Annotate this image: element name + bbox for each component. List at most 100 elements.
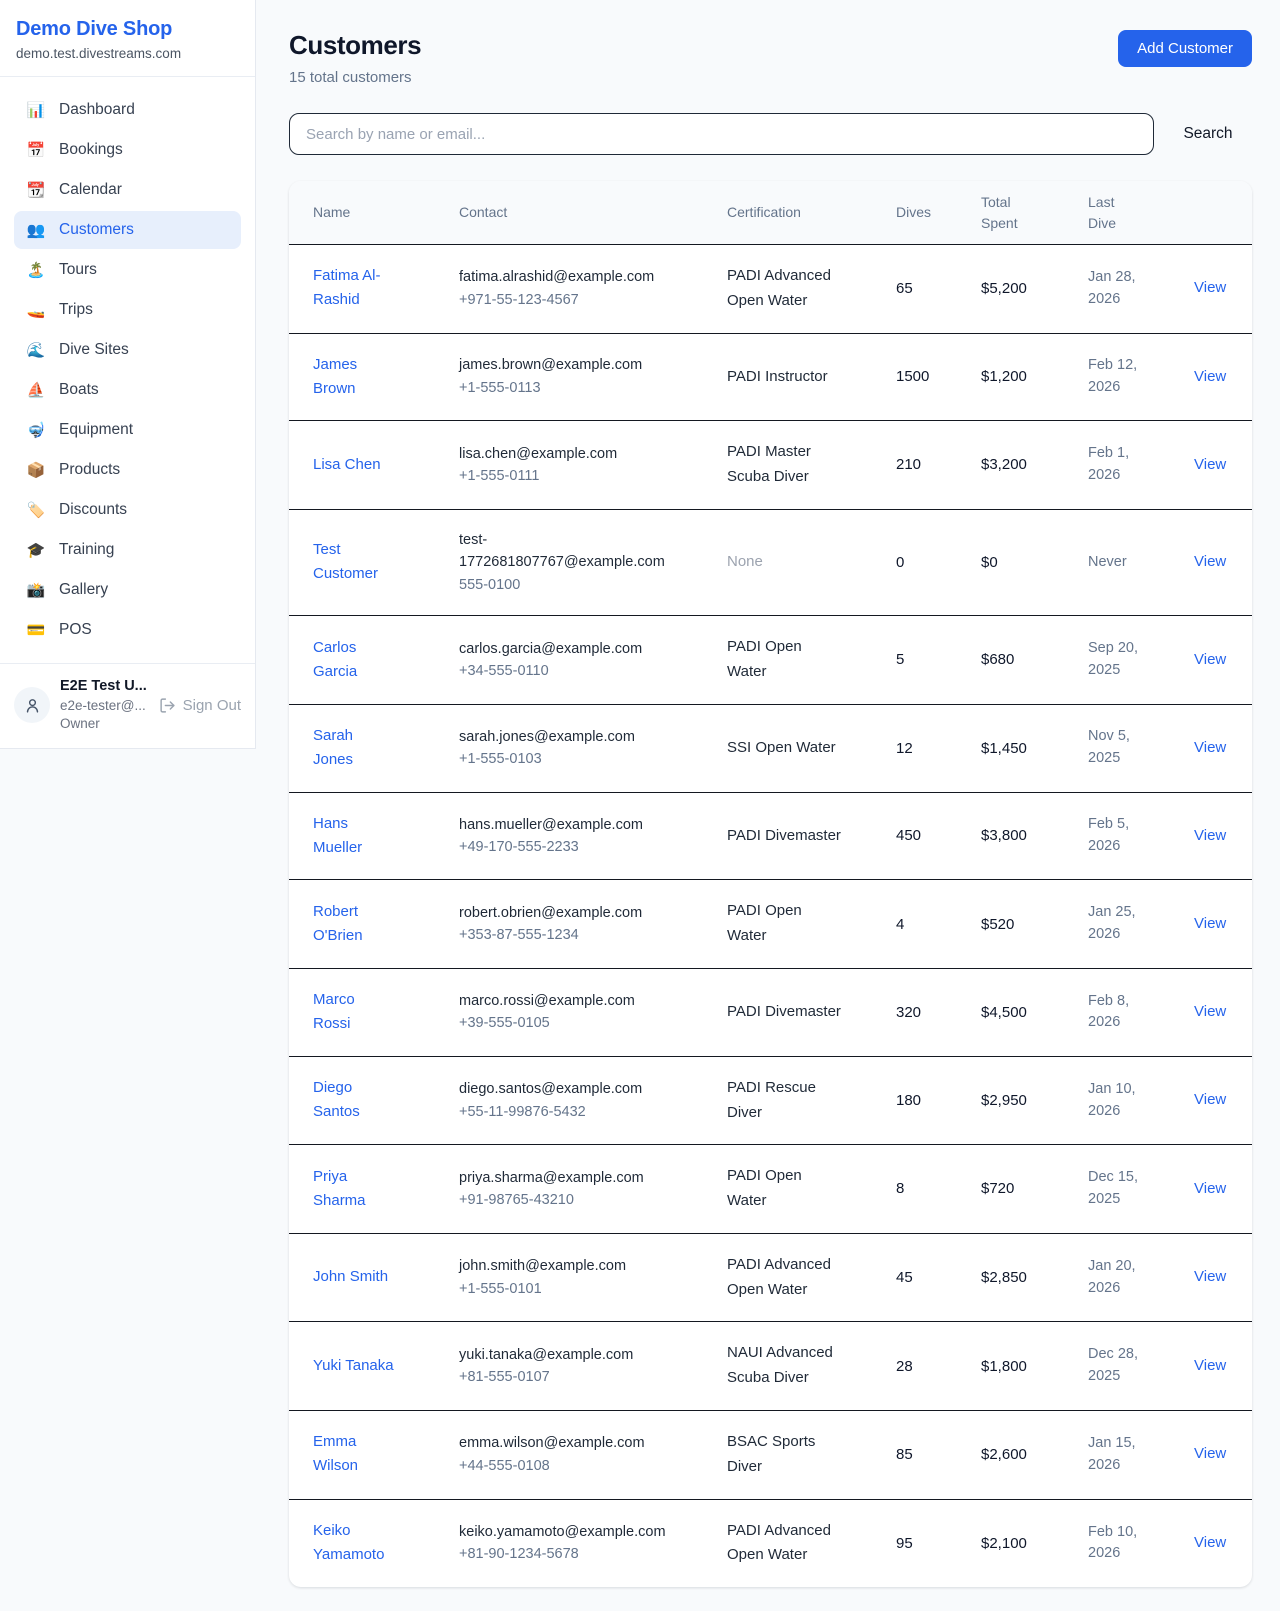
view-link[interactable]: View xyxy=(1194,279,1226,296)
table-row: Carlos Garcia carlos.garcia@example.com … xyxy=(289,616,1252,705)
sidebar-item-pos[interactable]: 💳 POS xyxy=(14,611,241,649)
sidebar-item-training[interactable]: 🎓 Training xyxy=(14,531,241,569)
sidebar-item-discounts[interactable]: 🏷️ Discounts xyxy=(14,491,241,529)
camera-flash-icon: 📸 xyxy=(26,583,46,598)
customer-name-link[interactable]: Yuki Tanaka xyxy=(313,1354,394,1378)
customer-name-link[interactable]: Test Customer xyxy=(313,538,396,586)
sidebar-item-dive-sites[interactable]: 🌊 Dive Sites xyxy=(14,331,241,369)
customer-certification: PADI Master Scuba Diver xyxy=(727,440,845,490)
view-link[interactable]: View xyxy=(1194,651,1226,668)
sidebar-item-dashboard[interactable]: 📊 Dashboard xyxy=(14,91,241,129)
customer-dives: 320 xyxy=(896,1001,981,1024)
customer-email: robert.obrien@example.com xyxy=(459,902,669,924)
sidebar-item-label: Dive Sites xyxy=(59,341,129,359)
customer-name-link[interactable]: Hans Mueller xyxy=(313,812,396,860)
column-header-contact: Contact xyxy=(459,202,727,222)
search-button[interactable]: Search xyxy=(1164,125,1252,143)
customer-name-link[interactable]: John Smith xyxy=(313,1265,388,1289)
customer-phone: +81-90-1234-5678 xyxy=(459,1543,727,1565)
user-email: e2e-tester@... xyxy=(60,697,147,715)
customer-name-link[interactable]: Diego Santos xyxy=(313,1076,396,1124)
table-row: Keiko Yamamoto keiko.yamamoto@example.co… xyxy=(289,1500,1252,1588)
customer-name-link[interactable]: Marco Rossi xyxy=(313,988,396,1036)
sidebar-item-label: Trips xyxy=(59,301,93,319)
sidebar-item-boats[interactable]: ⛵ Boats xyxy=(14,371,241,409)
sidebar-item-bookings[interactable]: 📅 Bookings xyxy=(14,131,241,169)
customer-name-link[interactable]: Carlos Garcia xyxy=(313,636,396,684)
people-icon: 👥 xyxy=(26,223,46,238)
customer-dives: 210 xyxy=(896,453,981,476)
customer-name-link[interactable]: Sarah Jones xyxy=(313,724,396,772)
customer-certification: PADI Divemaster xyxy=(727,824,841,849)
customer-email: hans.mueller@example.com xyxy=(459,814,669,836)
customer-name-link[interactable]: Robert O'Brien xyxy=(313,900,396,948)
sidebar-item-customers[interactable]: 👥 Customers xyxy=(14,211,241,249)
view-link[interactable]: View xyxy=(1194,1534,1226,1551)
sidebar-item-equipment[interactable]: 🤿 Equipment xyxy=(14,411,241,449)
customer-name-link[interactable]: Keiko Yamamoto xyxy=(313,1519,396,1567)
customer-dives: 0 xyxy=(896,551,981,574)
sidebar-item-label: Bookings xyxy=(59,141,123,159)
customer-last-dive: Jan 25, 2026 xyxy=(1088,902,1146,946)
sidebar-item-tours[interactable]: 🏝️ Tours xyxy=(14,251,241,289)
sidebar-item-gallery[interactable]: 📸 Gallery xyxy=(14,571,241,609)
sign-out-label: Sign Out xyxy=(183,697,241,714)
customer-name-link[interactable]: Emma Wilson xyxy=(313,1430,396,1478)
table-row: Test Customer test-1772681807767@example… xyxy=(289,510,1252,616)
view-link[interactable]: View xyxy=(1194,915,1226,932)
table-row: Hans Mueller hans.mueller@example.com +4… xyxy=(289,793,1252,881)
bar-chart-icon: 📊 xyxy=(26,103,46,118)
user-info: E2E Test U... e2e-tester@... Owner xyxy=(60,677,147,733)
customer-phone: +971-55-123-4567 xyxy=(459,289,727,311)
view-link[interactable]: View xyxy=(1194,1180,1226,1197)
customer-email: diego.santos@example.com xyxy=(459,1078,669,1100)
add-customer-button[interactable]: Add Customer xyxy=(1118,30,1252,67)
sidebar-item-products[interactable]: 📦 Products xyxy=(14,451,241,489)
view-link[interactable]: View xyxy=(1194,1268,1226,1285)
sidebar-item-label: Products xyxy=(59,461,120,479)
customer-name-link[interactable]: Fatima Al-Rashid xyxy=(313,264,396,312)
sailboat-icon: ⛵ xyxy=(26,383,46,398)
sidebar-item-trips[interactable]: 🚤 Trips xyxy=(14,291,241,329)
view-link[interactable]: View xyxy=(1194,1445,1226,1462)
sign-out-button[interactable]: Sign Out xyxy=(159,697,241,714)
label-tag-icon: 🏷️ xyxy=(26,503,46,518)
customer-last-dive: Dec 15, 2025 xyxy=(1088,1167,1146,1211)
customer-phone: 555-0100 xyxy=(459,574,727,596)
customer-total-spent: $520 xyxy=(981,913,1088,936)
view-link[interactable]: View xyxy=(1194,553,1226,570)
customer-name-link[interactable]: James Brown xyxy=(313,353,396,401)
view-link[interactable]: View xyxy=(1194,1091,1226,1108)
page-header: Customers 15 total customers Add Custome… xyxy=(289,30,1252,86)
column-header-name: Name xyxy=(313,202,459,222)
customer-certification: SSI Open Water xyxy=(727,736,836,761)
customer-certification: PADI Rescue Diver xyxy=(727,1076,845,1126)
view-link[interactable]: View xyxy=(1194,827,1226,844)
view-link[interactable]: View xyxy=(1194,368,1226,385)
view-link[interactable]: View xyxy=(1194,739,1226,756)
table-row: Lisa Chen lisa.chen@example.com +1-555-0… xyxy=(289,421,1252,510)
view-link[interactable]: View xyxy=(1194,456,1226,473)
customer-certification: None xyxy=(727,550,763,575)
package-icon: 📦 xyxy=(26,463,46,478)
customer-name-link[interactable]: Lisa Chen xyxy=(313,453,381,477)
main-content: Customers 15 total customers Add Custome… xyxy=(257,0,1280,1611)
tear-off-calendar-icon: 📆 xyxy=(26,183,46,198)
sidebar-item-calendar[interactable]: 📆 Calendar xyxy=(14,171,241,209)
table-row: Marco Rossi marco.rossi@example.com +39-… xyxy=(289,969,1252,1057)
customer-dives: 8 xyxy=(896,1177,981,1200)
view-link[interactable]: View xyxy=(1194,1357,1226,1374)
customer-total-spent: $5,200 xyxy=(981,277,1088,300)
customer-name-link[interactable]: Priya Sharma xyxy=(313,1165,396,1213)
sidebar-item-label: Discounts xyxy=(59,501,127,519)
customer-total-spent: $4,500 xyxy=(981,1001,1088,1024)
customer-certification: PADI Open Water xyxy=(727,1164,845,1214)
customer-total-spent: $680 xyxy=(981,648,1088,671)
customer-certification: PADI Advanced Open Water xyxy=(727,1519,845,1569)
table-row: Emma Wilson emma.wilson@example.com +44-… xyxy=(289,1411,1252,1500)
view-link[interactable]: View xyxy=(1194,1003,1226,1020)
search-input[interactable] xyxy=(289,113,1154,155)
user-role: Owner xyxy=(60,715,147,733)
customer-dives: 85 xyxy=(896,1443,981,1466)
logout-icon xyxy=(159,697,176,714)
